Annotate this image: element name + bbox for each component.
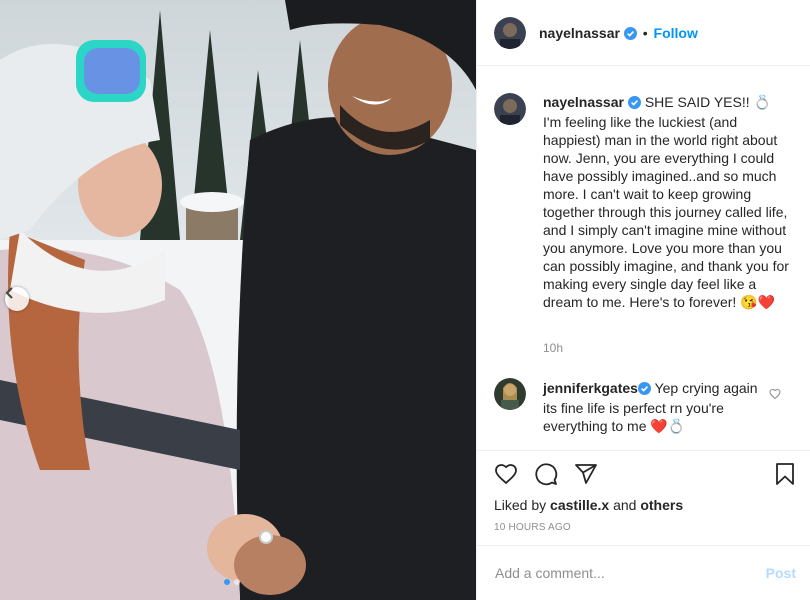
comment-author[interactable]: jenniferkgates [543,380,638,396]
heart-icon[interactable] [494,462,518,491]
caption-author[interactable]: nayelnassar [543,94,624,110]
verified-badge-icon [637,381,651,399]
carousel-dot [224,579,230,585]
post-timestamp[interactable]: 10 HOURS AGO [494,522,571,533]
post-details-panel: nayelnassar • Follow nayelnassar SHE SAI… [476,0,810,600]
post-comment-button[interactable]: Post [766,565,796,581]
actions-divider [477,450,810,451]
liker-username[interactable]: castille.x [550,497,609,513]
likes-summary: Liked by castille.x and others [494,497,683,513]
likes-prefix: Liked by [494,497,547,513]
post-caption: nayelnassar SHE SAID YES!! 💍 I'm feeling… [543,93,793,311]
carousel-indicator [224,579,240,585]
verified-badge-icon [627,95,641,113]
comment-bar: Post [477,545,810,600]
avatar[interactable] [494,93,526,125]
photo-scene [0,0,476,600]
avatar[interactable] [494,17,526,49]
header-user-line: nayelnassar • Follow [539,25,698,43]
post-photo[interactable] [0,0,476,600]
likes-others-link[interactable]: others [640,497,683,513]
comment-icon[interactable] [534,462,558,491]
verified-badge-icon [623,27,637,43]
comment-like-heart-icon[interactable] [769,387,781,405]
comment-input[interactable] [493,564,747,582]
caption-time[interactable]: 10h [543,341,563,355]
carousel-prev-button[interactable] [5,287,29,311]
carousel-dot [234,579,240,585]
follow-button[interactable]: Follow [654,25,698,41]
comment: jenniferkgates Yep crying again its fine… [543,379,761,435]
caption-text: SHE SAID YES!! 💍 I'm feeling like the lu… [543,94,789,310]
separator: • [642,25,648,41]
likes-and: and [613,497,637,513]
bookmark-icon[interactable] [774,462,796,491]
share-icon[interactable] [574,462,598,491]
avatar[interactable] [494,378,526,410]
author-username[interactable]: nayelnassar [539,25,620,41]
post-header: nayelnassar • Follow [477,0,810,66]
